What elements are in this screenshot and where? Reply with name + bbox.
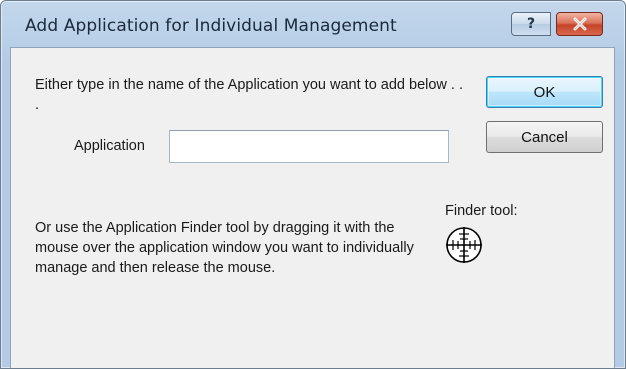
cancel-button[interactable]: Cancel xyxy=(486,121,603,153)
application-label: Application xyxy=(74,138,145,154)
dialog-title: Add Application for Individual Managemen… xyxy=(25,16,397,36)
application-input[interactable] xyxy=(169,130,449,163)
crosshair-icon[interactable] xyxy=(444,225,484,265)
help-button[interactable]: ? xyxy=(511,12,551,36)
dialog-window: Add Application for Individual Managemen… xyxy=(0,0,626,369)
title-bar[interactable]: Add Application for Individual Managemen… xyxy=(1,1,625,47)
help-icon: ? xyxy=(526,16,536,32)
close-button[interactable] xyxy=(556,12,603,36)
dialog-body: Either type in the name of the Applicati… xyxy=(10,47,615,368)
finder-instructions: Or use the Application Finder tool by dr… xyxy=(35,220,414,276)
close-icon xyxy=(573,17,586,31)
finder-tool-label: Finder tool: xyxy=(445,203,518,219)
ok-button[interactable]: OK xyxy=(486,76,603,108)
intro-text: Either type in the name of the Applicati… xyxy=(35,77,464,113)
